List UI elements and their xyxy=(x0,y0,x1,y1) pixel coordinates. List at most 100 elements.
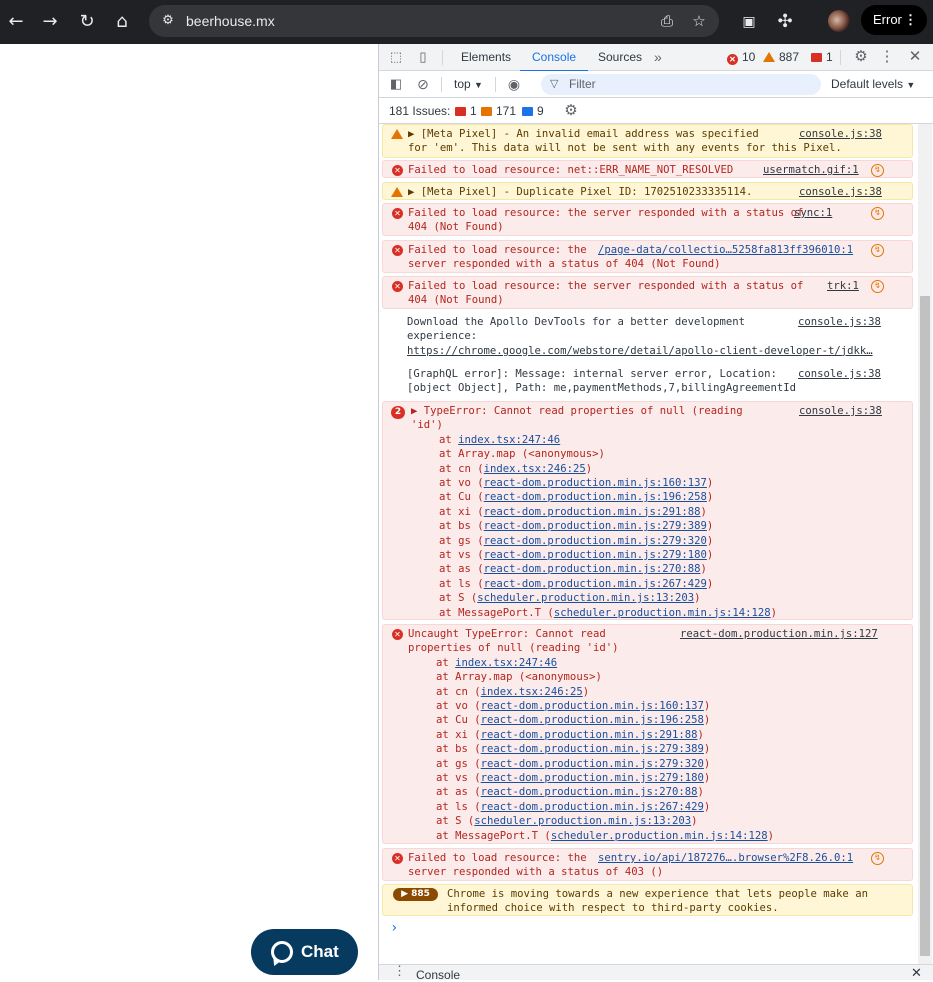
reload-icon[interactable]: ↻ xyxy=(74,9,100,35)
forward-icon[interactable]: → xyxy=(37,9,63,35)
stack-frame-text: at vo ( xyxy=(436,700,481,712)
close-icon[interactable]: ✕ xyxy=(907,49,923,65)
source-link[interactable]: console.js:38 xyxy=(798,315,881,329)
stack-frame: at xi (react-dom.production.min.js:291:8… xyxy=(439,505,707,519)
console-prompt[interactable]: › xyxy=(390,920,398,936)
warning-count[interactable]: 887 xyxy=(763,44,799,71)
stack-frame-link[interactable]: react-dom.production.min.js:196:258 xyxy=(484,491,707,503)
stack-frame-text: at xi ( xyxy=(439,505,484,518)
levels-dropdown[interactable]: Default levels ▼ xyxy=(831,71,915,99)
message-text: Failed to load resource: the xyxy=(408,852,587,864)
chat-button[interactable]: Chat xyxy=(251,929,358,975)
stack-frame-link[interactable]: react-dom.production.min.js:279:180 xyxy=(481,772,704,784)
drawer-menu-icon[interactable]: ⋮ xyxy=(393,963,406,979)
source-link[interactable]: console.js:38 xyxy=(799,127,882,141)
back-icon[interactable]: ← xyxy=(3,9,29,35)
source-link[interactable]: console.js:38 xyxy=(798,367,881,381)
apollo-devtools-link[interactable]: https://chrome.google.com/webstore/detai… xyxy=(407,345,873,357)
stack-frame-link[interactable]: index.tsx:246:25 xyxy=(481,686,583,698)
stack-frame-text: at MessagePort.T ( xyxy=(436,829,551,842)
source-link[interactable]: sentry.io/api/187276….browser%2F8.26.0:1 xyxy=(598,851,853,865)
network-request-icon[interactable]: ↯ xyxy=(871,244,884,257)
stack-frame-link[interactable]: index.tsx:247:46 xyxy=(455,657,557,669)
stack-frame-link[interactable]: react-dom.production.min.js:160:137 xyxy=(484,477,707,489)
tab-console[interactable]: Console xyxy=(519,44,589,72)
issues-errors[interactable]: 1 xyxy=(455,98,477,124)
sidebar-toggle-icon[interactable]: ◧ xyxy=(388,76,404,92)
context-select[interactable]: top ▼ xyxy=(454,71,483,99)
stack-frame-link[interactable]: react-dom.production.min.js:291:88 xyxy=(481,729,698,741)
stack-frame-link[interactable]: react-dom.production.min.js:196:258 xyxy=(481,714,704,726)
stack-frame-link[interactable]: react-dom.production.min.js:267:429 xyxy=(481,801,704,813)
home-icon[interactable]: ⌂ xyxy=(109,9,135,35)
source-link[interactable]: usermatch.gif:1 xyxy=(763,163,859,177)
stack-frame-link[interactable]: react-dom.production.min.js:291:88 xyxy=(484,506,701,518)
settings-gear-icon[interactable]: ⚙ xyxy=(853,49,869,65)
network-request-icon[interactable]: ↯ xyxy=(871,280,884,293)
issues-info[interactable]: 9 xyxy=(522,98,544,124)
stack-frame-link[interactable]: react-dom.production.min.js:267:429 xyxy=(484,578,707,590)
url-text[interactable]: beerhouse.mx xyxy=(186,5,275,37)
stack-frame-link[interactable]: react-dom.production.min.js:279:389 xyxy=(481,743,704,755)
source-link[interactable]: console.js:38 xyxy=(799,404,882,418)
live-expression-eye-icon[interactable]: ◉ xyxy=(506,76,522,92)
install-app-icon[interactable]: ⎙ xyxy=(657,11,677,31)
stack-frame-link[interactable]: scheduler.production.min.js:14:128 xyxy=(551,830,768,842)
stack-frame-link[interactable]: react-dom.production.min.js:270:88 xyxy=(481,786,698,798)
issues-warnings[interactable]: 171 xyxy=(481,98,516,124)
site-info-icon[interactable]: ⚙ xyxy=(159,12,177,30)
issues-bar: 181 Issues: 1 171 9 ⚙ xyxy=(379,98,933,124)
stack-frame: at vs (react-dom.production.min.js:279:1… xyxy=(436,771,710,785)
source-link[interactable]: react-dom.production.min.js:127 xyxy=(680,627,878,641)
issues-settings-gear-icon[interactable]: ⚙ xyxy=(563,103,579,119)
error-count[interactable]: ✕ 10 xyxy=(727,44,755,71)
source-link[interactable]: console.js:38 xyxy=(799,185,882,199)
stack-frame-link[interactable]: react-dom.production.min.js:160:137 xyxy=(481,700,704,712)
more-options-icon[interactable]: ⋮ xyxy=(879,49,895,65)
stack-frame-link[interactable]: scheduler.production.min.js:14:128 xyxy=(554,607,771,619)
stack-frame-link[interactable]: index.tsx:247:46 xyxy=(458,434,560,446)
drawer-close-icon[interactable]: ✕ xyxy=(911,965,922,981)
stack-frame-link[interactable]: react-dom.production.min.js:279:180 xyxy=(484,549,707,561)
stack-frame-link[interactable]: scheduler.production.min.js:13:203 xyxy=(477,592,694,604)
bookmark-star-icon[interactable]: ☆ xyxy=(689,11,709,31)
network-request-icon[interactable]: ↯ xyxy=(871,164,884,177)
network-request-icon[interactable]: ↯ xyxy=(871,852,884,865)
source-link[interactable]: trk:1 xyxy=(827,279,859,293)
error-icon: ✕ xyxy=(392,853,403,864)
source-link[interactable]: sync:1 xyxy=(794,206,832,220)
error-menu-button[interactable]: Error ⋮ xyxy=(861,5,927,35)
message-text: ▶ TypeError: Cannot read properties of n… xyxy=(411,405,743,417)
caret-down-icon: ▼ xyxy=(474,80,483,90)
stack-frame: at as (react-dom.production.min.js:270:8… xyxy=(439,562,707,576)
stack-frame-link[interactable]: scheduler.production.min.js:13:203 xyxy=(474,815,691,827)
more-tabs-icon[interactable]: » xyxy=(652,44,664,71)
stack-frame-text: at as ( xyxy=(439,563,484,576)
stack-frame-link[interactable]: react-dom.production.min.js:279:389 xyxy=(484,520,707,532)
extension-icon[interactable]: ▣ xyxy=(736,9,762,35)
warning-count-value: 887 xyxy=(779,50,800,64)
stack-frame-link[interactable]: react-dom.production.min.js:270:88 xyxy=(484,563,701,575)
device-toolbar-icon[interactable]: ▯ xyxy=(415,49,431,65)
tab-elements[interactable]: Elements xyxy=(459,44,513,71)
stack-frame-text: ) xyxy=(582,685,590,698)
clear-console-icon[interactable]: ⊘ xyxy=(415,76,431,92)
stack-frame-text: ) xyxy=(585,462,593,475)
source-link[interactable]: /page-data/collectio…5258fa813ff396010:1 xyxy=(598,243,853,257)
tab-sources[interactable]: Sources xyxy=(596,44,644,71)
extensions-puzzle-icon[interactable]: ✣ xyxy=(772,9,798,35)
message-count[interactable]: 1 xyxy=(811,44,833,71)
console-message: Download the Apollo DevTools for a bette… xyxy=(382,313,913,361)
repeat-count-badge[interactable]: ▶ 885 xyxy=(393,888,438,901)
inspect-element-icon[interactable]: ⬚ xyxy=(388,49,404,65)
stack-frame-link[interactable]: index.tsx:246:25 xyxy=(484,463,586,475)
stack-frame-link[interactable]: react-dom.production.min.js:279:320 xyxy=(481,758,704,770)
stack-frame-text: at ls ( xyxy=(436,800,481,813)
network-request-icon[interactable]: ↯ xyxy=(871,207,884,220)
stack-frame-link[interactable]: react-dom.production.min.js:279:320 xyxy=(484,535,707,547)
address-bar[interactable]: ⚙ beerhouse.mx ⎙ ☆ xyxy=(149,5,719,37)
scrollbar-thumb[interactable] xyxy=(920,296,930,956)
filter-input[interactable]: ▽ Filter xyxy=(541,74,821,95)
scrollbar[interactable] xyxy=(918,124,932,964)
avatar[interactable] xyxy=(828,10,850,32)
